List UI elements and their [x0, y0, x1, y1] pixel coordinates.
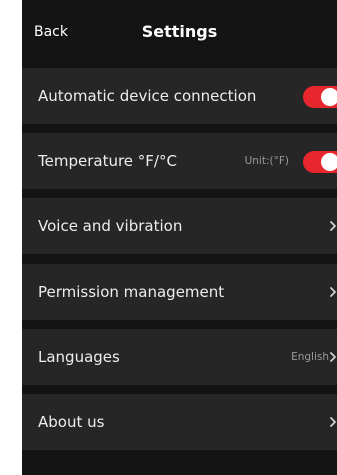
- toggle-knob: [321, 153, 337, 171]
- setting-row-voice-and-vibration[interactable]: Voice and vibration: [22, 198, 337, 254]
- auto-connect-toggle[interactable]: [303, 86, 337, 108]
- settings-list: Automatic device connection Temperature …: [22, 0, 337, 475]
- setting-row-automatic-device-connection[interactable]: Automatic device connection: [22, 68, 337, 124]
- setting-label: Voice and vibration: [38, 217, 183, 235]
- setting-row-about-us[interactable]: About us: [22, 394, 337, 450]
- setting-row-languages[interactable]: Languages English: [22, 329, 337, 385]
- chevron-right-icon: [329, 283, 337, 301]
- setting-row-temperature[interactable]: Temperature °F/°C Unit:(°F): [22, 133, 337, 189]
- toggle-knob: [321, 88, 337, 106]
- settings-screen: Back Settings Automatic device connectio…: [22, 0, 337, 475]
- setting-label: Automatic device connection: [38, 87, 257, 105]
- chevron-right-icon: [329, 413, 337, 431]
- temperature-unit-value: Unit:(°F): [244, 155, 289, 167]
- setting-label: Temperature °F/°C: [38, 152, 177, 170]
- chevron-right-icon: [329, 217, 337, 235]
- setting-label: Languages: [38, 348, 120, 366]
- chevron-right-icon: [329, 348, 337, 366]
- setting-label: About us: [38, 413, 105, 431]
- language-value: English: [291, 351, 329, 363]
- setting-row-permission-management[interactable]: Permission management: [22, 264, 337, 320]
- temperature-unit-toggle[interactable]: [303, 151, 337, 173]
- setting-label: Permission management: [38, 283, 225, 301]
